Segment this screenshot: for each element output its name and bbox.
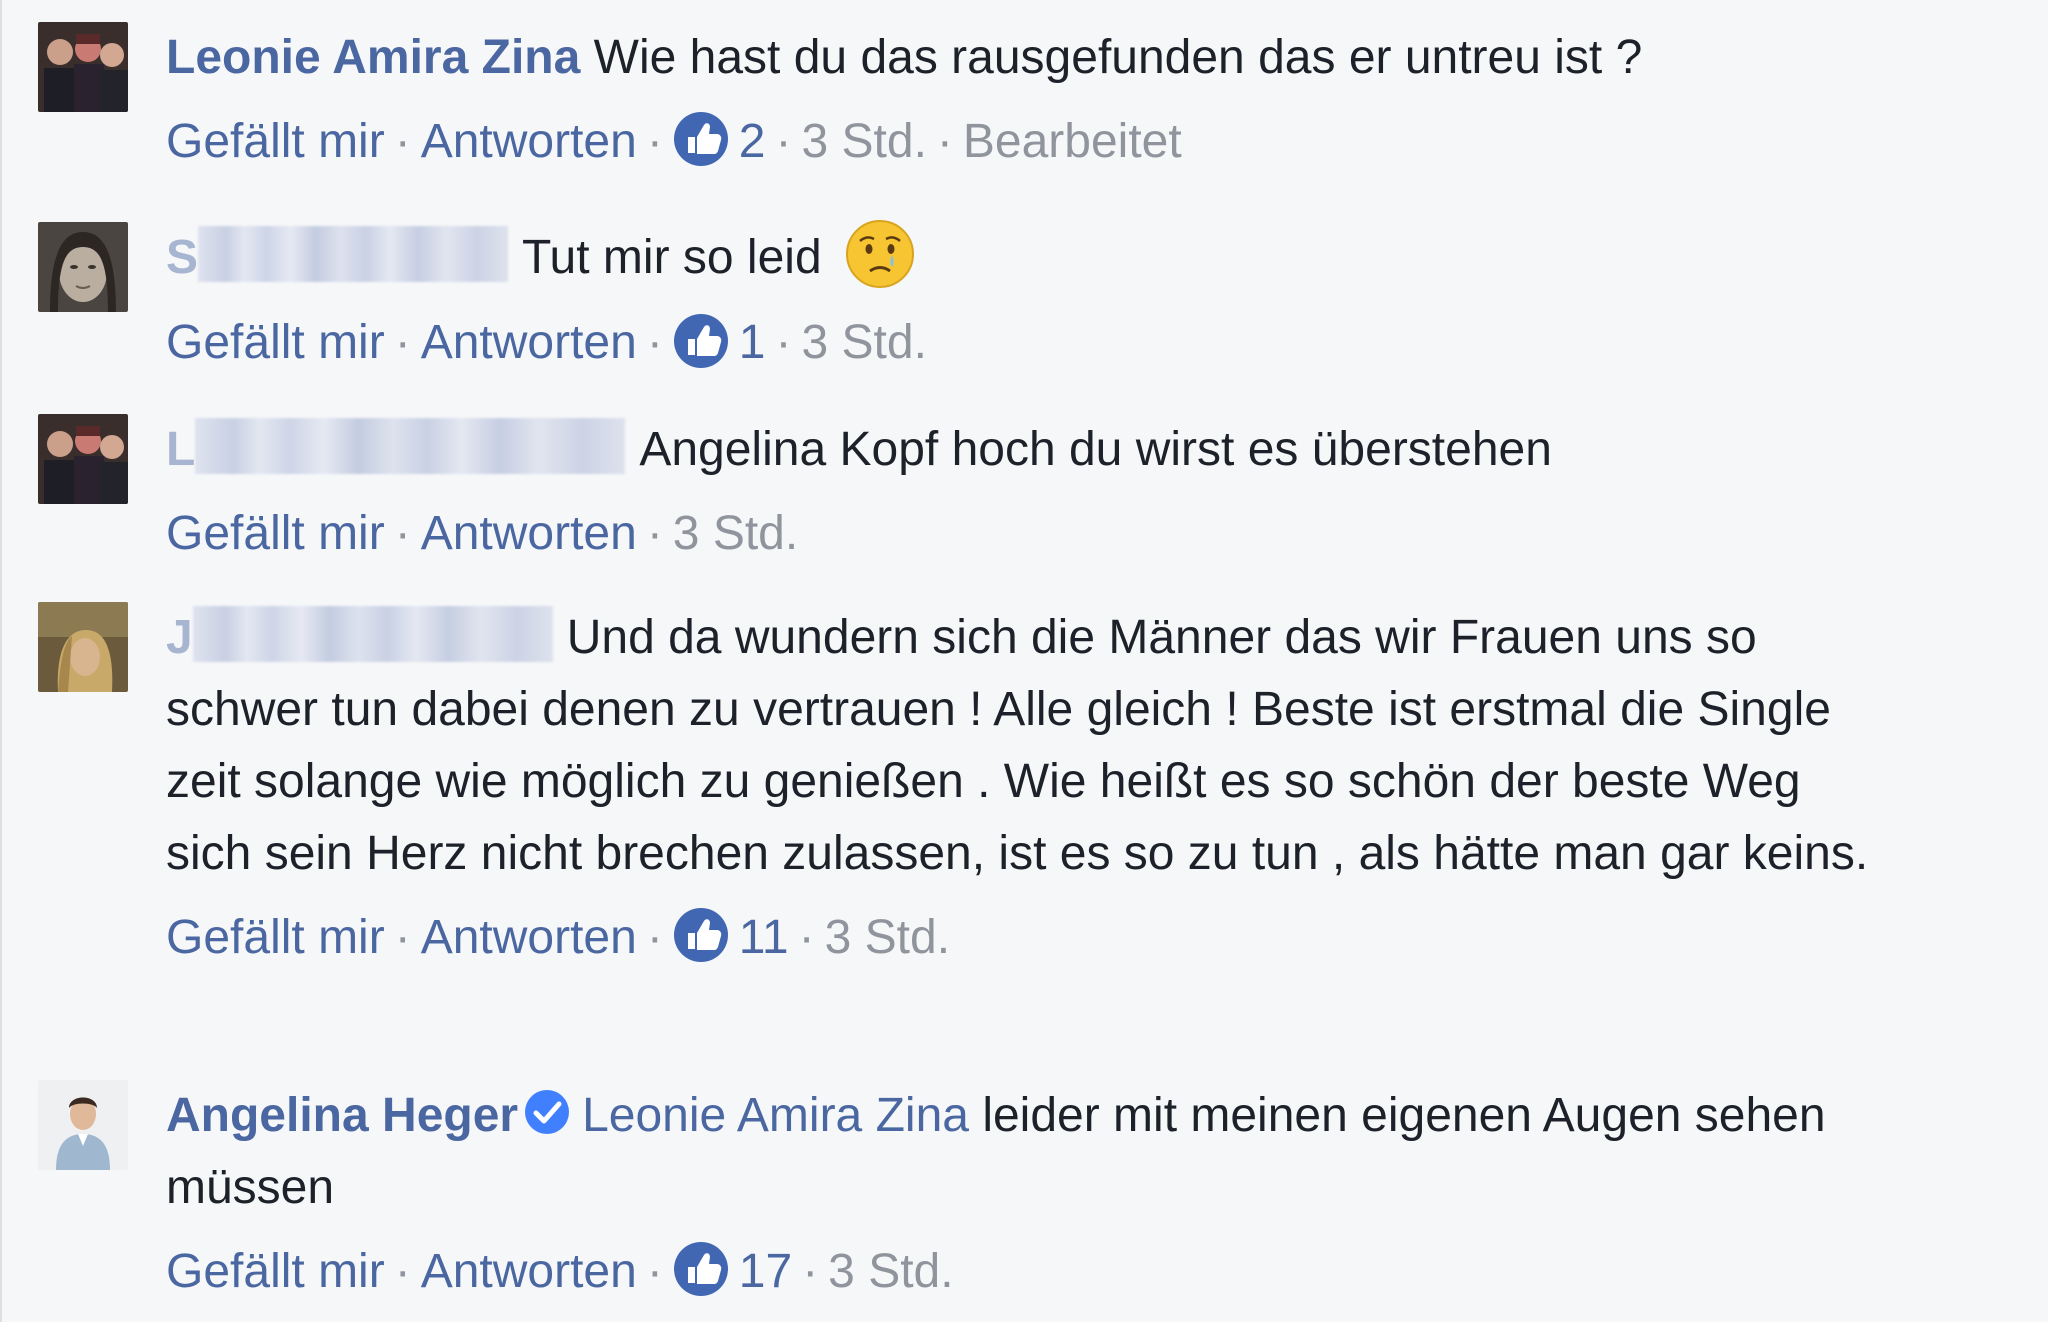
avatar[interactable] (38, 22, 128, 112)
thumbs-up-icon (673, 112, 728, 167)
comment-text: S Tut mir so leid (166, 220, 1886, 295)
avatar[interactable] (38, 1080, 128, 1170)
timestamp[interactable]: 3 Std. (801, 115, 926, 168)
redacted-author-name (198, 226, 509, 283)
avatar[interactable] (38, 602, 128, 692)
separator: · (775, 316, 792, 370)
separator: · (394, 911, 411, 964)
reply-button[interactable]: Antworten (421, 911, 637, 964)
comment-author[interactable]: Leonie Amira Zina (166, 31, 580, 84)
separator: · (394, 316, 411, 370)
avatar[interactable] (38, 222, 128, 312)
like-button[interactable]: Gefällt mir (166, 115, 385, 168)
comment-author-initial[interactable]: J (166, 611, 193, 664)
comment-actions: Gefällt mir · Antworten · 17 · 3 Std. (166, 1236, 1886, 1308)
like-button[interactable]: Gefällt mir (166, 911, 385, 964)
reply-button[interactable]: Antworten (421, 316, 637, 369)
separator: · (802, 1245, 819, 1298)
sad-face-emoji-icon (845, 220, 914, 289)
like-button[interactable]: Gefällt mir (166, 316, 385, 369)
verified-badge-icon (525, 1090, 570, 1135)
separator: · (646, 316, 663, 370)
comment-message: Angelina Kopf hoch du wirst es überstehe… (639, 423, 1552, 476)
redacted-author-name (195, 418, 626, 475)
comment-author-initial[interactable]: S (166, 231, 198, 284)
like-count: 1 (738, 316, 766, 370)
separator: · (646, 115, 663, 168)
timestamp[interactable]: 3 Std. (828, 1245, 953, 1298)
reaction-count[interactable]: 1 (673, 313, 766, 370)
comment-text: L Angelina Kopf hoch du wirst es übersteh… (166, 414, 1886, 486)
comment-message: Tut mir so leid (522, 231, 822, 284)
separator: · (936, 115, 953, 168)
reaction-count[interactable]: 11 (673, 908, 789, 964)
thumbs-up-icon (673, 908, 728, 963)
like-button[interactable]: Gefällt mir (166, 1245, 385, 1298)
separator: · (798, 911, 815, 964)
comment-author-initial[interactable]: L (166, 423, 195, 476)
like-count: 17 (738, 1245, 793, 1298)
reply-button[interactable]: Antworten (421, 1245, 637, 1298)
comment-text: Leonie Amira Zina Wie hast du das rausge… (166, 22, 1886, 94)
comment-author[interactable]: Angelina Heger (166, 1089, 518, 1142)
thumbs-up-icon (673, 313, 728, 368)
like-count: 11 (738, 911, 789, 964)
separator: · (775, 115, 792, 168)
panel-border (0, 0, 2, 1322)
comment-actions: Gefällt mir · Antworten · 3 Std. (166, 498, 1886, 570)
comment-actions: Gefällt mir · Antworten · 2 · 3 Std. · Bearbeite… (166, 106, 1886, 178)
like-button[interactable]: Gefällt mir (166, 507, 385, 560)
separator: · (394, 507, 411, 560)
separator: · (394, 115, 411, 168)
separator: · (646, 507, 663, 560)
comment-text: Angelina Heger Leonie Amira Zina leider m… (166, 1080, 1886, 1224)
reply-button[interactable]: Antworten (421, 507, 637, 560)
avatar[interactable] (38, 414, 128, 504)
reaction-count[interactable]: 2 (673, 112, 766, 168)
redacted-author-name (192, 606, 553, 663)
comment-actions: Gefällt mir · Antworten · 11 · 3 Std. (166, 902, 1886, 974)
reaction-count[interactable]: 17 (673, 1242, 793, 1298)
separator: · (646, 1245, 663, 1298)
timestamp[interactable]: 3 Std. (673, 507, 798, 560)
timestamp[interactable]: 3 Std. (801, 316, 926, 369)
like-count: 2 (738, 115, 766, 168)
separator: · (646, 911, 663, 964)
comment-actions: Gefällt mir · Antworten · 1 · 3 Std. (166, 307, 1886, 379)
thumbs-up-icon (673, 1242, 728, 1297)
edited-label[interactable]: Bearbeitet (963, 115, 1182, 168)
timestamp[interactable]: 3 Std. (825, 911, 950, 964)
separator: · (394, 1245, 411, 1298)
comment-message: Wie hast du das rausgefunden das er untr… (593, 31, 1643, 84)
reply-button[interactable]: Antworten (421, 115, 637, 168)
comment-text: J Und da wundern sich die Männer das wir … (166, 602, 1886, 890)
mention-link[interactable]: Leonie Amira Zina (582, 1089, 969, 1142)
